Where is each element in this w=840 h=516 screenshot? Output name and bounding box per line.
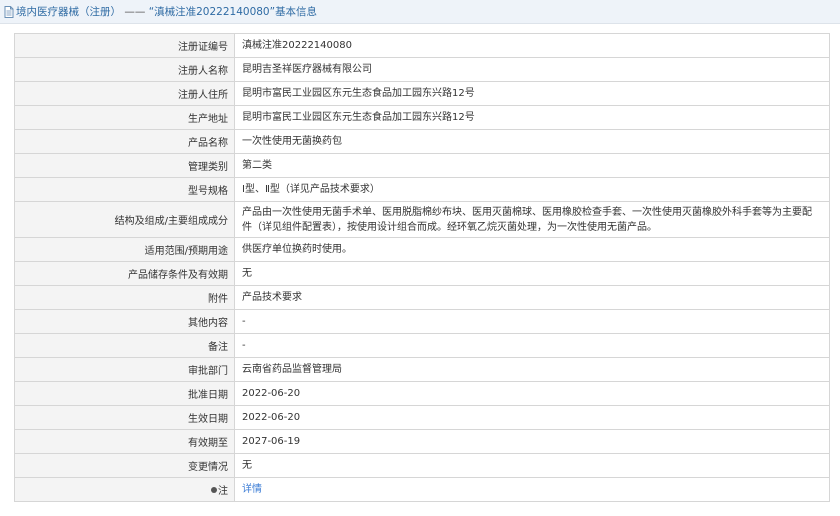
row-label-changes: 变更情况 bbox=[15, 454, 235, 477]
header-category: 境内医疗器械（注册） bbox=[16, 6, 121, 18]
table-row: 注册人住所 昆明市富民工业园区东元生态食品加工园东兴路12号 bbox=[15, 82, 829, 106]
table-row: 注 详情 bbox=[15, 478, 829, 502]
table-row: 附件 产品技术要求 bbox=[15, 286, 829, 310]
row-label-approval-date: 批准日期 bbox=[15, 382, 235, 405]
row-value-registrant-name: 昆明吉圣祥医疗器械有限公司 bbox=[242, 64, 372, 75]
row-label-effective-date: 生效日期 bbox=[15, 406, 235, 429]
row-label-management-class: 管理类别 bbox=[15, 154, 235, 177]
row-label-remarks: 备注 bbox=[15, 334, 235, 357]
table-row: 适用范围/预期用途 供医疗单位换药时使用。 bbox=[15, 238, 829, 262]
info-table: 注册证编号 滇械注准20222140080 注册人名称 昆明吉圣祥医疗器械有限公… bbox=[14, 33, 830, 502]
row-label-registrant-address: 注册人住所 bbox=[15, 82, 235, 105]
table-row: 管理类别 第二类 bbox=[15, 154, 829, 178]
header-suffix: 基本信息 bbox=[275, 6, 318, 18]
row-value-model-spec: Ⅰ型、Ⅱ型（详见产品技术要求） bbox=[242, 184, 380, 195]
table-row: 其他内容 - bbox=[15, 310, 829, 334]
row-label-storage: 产品储存条件及有效期 bbox=[15, 262, 235, 285]
row-label-product-name: 产品名称 bbox=[15, 130, 235, 153]
row-value-other: - bbox=[242, 316, 246, 327]
table-row: 型号规格 Ⅰ型、Ⅱ型（详见产品技术要求） bbox=[15, 178, 829, 202]
header-registration-number: “滇械注准20222140080” bbox=[148, 6, 276, 18]
row-value-management-class: 第二类 bbox=[242, 160, 272, 171]
row-label-registration-no: 注册证编号 bbox=[15, 34, 235, 57]
row-label-registrant-name: 注册人名称 bbox=[15, 58, 235, 81]
page-header: 境内医疗器械（注册） —— “滇械注准20222140080”基本信息 bbox=[0, 0, 840, 24]
table-row: 产品名称 一次性使用无菌换药包 bbox=[15, 130, 829, 154]
row-value-product-name: 一次性使用无菌换药包 bbox=[242, 136, 342, 147]
row-label-intended-use: 适用范围/预期用途 bbox=[15, 238, 235, 261]
note-label-text: 注 bbox=[218, 486, 228, 497]
details-link[interactable]: 详情 bbox=[235, 478, 829, 501]
row-label-structure: 结构及组成/主要组成成分 bbox=[15, 202, 235, 237]
row-value-registrant-address: 昆明市富民工业园区东元生态食品加工园东兴路12号 bbox=[242, 88, 475, 99]
row-label-model-spec: 型号规格 bbox=[15, 178, 235, 201]
row-value-production-address: 昆明市富民工业园区东元生态食品加工园东兴路12号 bbox=[242, 112, 475, 123]
table-row: 备注 - bbox=[15, 334, 829, 358]
row-label-other: 其他内容 bbox=[15, 310, 235, 333]
row-label-attachment: 附件 bbox=[15, 286, 235, 309]
table-row: 生效日期 2022-06-20 bbox=[15, 406, 829, 430]
page-title: 境内医疗器械（注册） —— “滇械注准20222140080”基本信息 bbox=[16, 4, 317, 19]
table-row: 生产地址 昆明市富民工业园区东元生态食品加工园东兴路12号 bbox=[15, 106, 829, 130]
table-row: 审批部门 云南省药品监督管理局 bbox=[15, 358, 829, 382]
table-row: 结构及组成/主要组成成分 产品由一次性使用无菌手术单、医用脱脂棉纱布块、医用灭菌… bbox=[15, 202, 829, 238]
row-value-approval-dept: 云南省药品监督管理局 bbox=[242, 364, 342, 375]
row-value-intended-use: 供医疗单位换药时使用。 bbox=[242, 244, 352, 255]
row-label-approval-dept: 审批部门 bbox=[15, 358, 235, 381]
row-value-registration-no: 滇械注准20222140080 bbox=[242, 40, 352, 51]
row-label-production-address: 生产地址 bbox=[15, 106, 235, 129]
row-value-storage: 无 bbox=[242, 268, 252, 279]
row-value-changes: 无 bbox=[242, 460, 252, 471]
row-value-structure: 产品由一次性使用无菌手术单、医用脱脂棉纱布块、医用灭菌棉球、医用橡胶检查手套、一… bbox=[242, 206, 812, 233]
row-value-attachment: 产品技术要求 bbox=[242, 292, 302, 303]
table-row: 有效期至 2027-06-19 bbox=[15, 430, 829, 454]
bullet-icon bbox=[211, 486, 217, 493]
table-row: 注册证编号 滇械注准20222140080 bbox=[15, 34, 829, 58]
table-row: 注册人名称 昆明吉圣祥医疗器械有限公司 bbox=[15, 58, 829, 82]
row-value-expiry-date: 2027-06-19 bbox=[242, 436, 301, 447]
table-row: 变更情况 无 bbox=[15, 454, 829, 478]
document-icon bbox=[4, 5, 14, 18]
table-row: 产品储存条件及有效期 无 bbox=[15, 262, 829, 286]
row-label-expiry-date: 有效期至 bbox=[15, 430, 235, 453]
row-label-note: 注 bbox=[15, 478, 235, 501]
row-value-remarks: - bbox=[242, 340, 246, 351]
row-value-approval-date: 2022-06-20 bbox=[242, 388, 301, 399]
table-row: 批准日期 2022-06-20 bbox=[15, 382, 829, 406]
row-value-effective-date: 2022-06-20 bbox=[242, 412, 301, 423]
header-dash: —— bbox=[121, 6, 149, 18]
